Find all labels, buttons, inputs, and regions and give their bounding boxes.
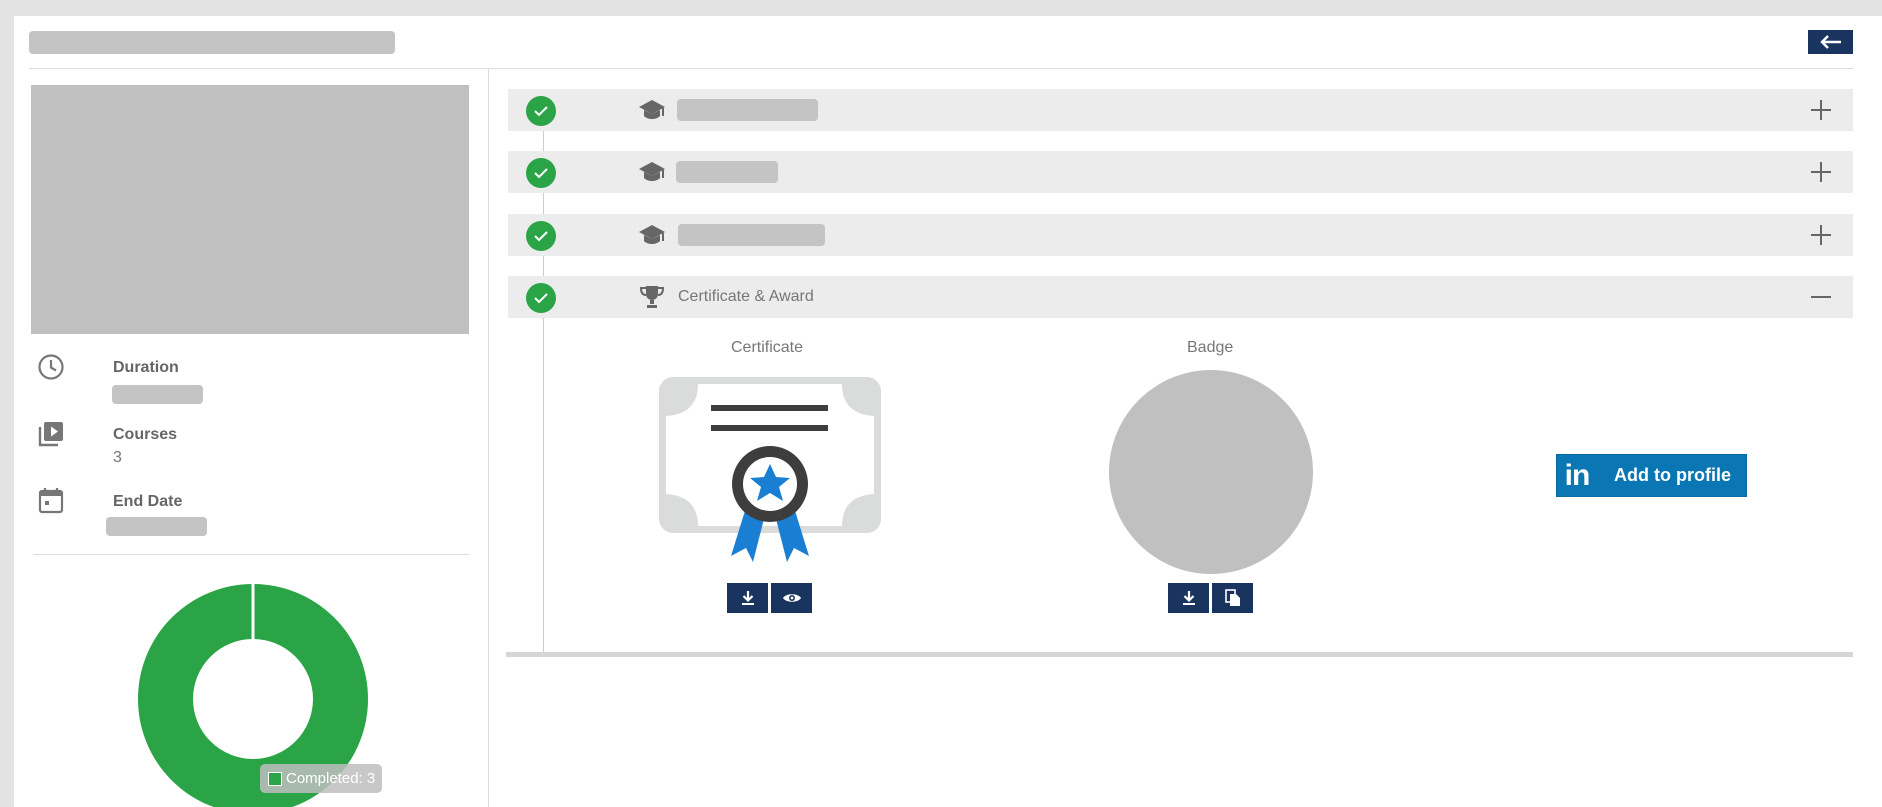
- page-title-placeholder: [29, 31, 395, 54]
- linkedin-button-label: Add to profile: [1614, 465, 1731, 485]
- completed-check-icon: [526, 283, 556, 313]
- plus-icon[interactable]: [1808, 222, 1834, 248]
- back-button[interactable]: [1808, 30, 1853, 54]
- completed-check-icon: [526, 96, 556, 126]
- courses-value: 3: [113, 449, 122, 466]
- header-divider: [29, 68, 1853, 69]
- timeline-bottom-rule: [506, 652, 1853, 657]
- trophy-icon: [639, 286, 665, 308]
- video-library-icon: [38, 422, 63, 447]
- view-certificate-button[interactable]: [771, 583, 812, 613]
- copy-icon: [1224, 589, 1240, 606]
- end-date-label: End Date: [113, 493, 183, 510]
- timeline-item-3[interactable]: [508, 214, 1853, 256]
- duration-label: Duration: [113, 359, 179, 376]
- download-icon: [1182, 591, 1195, 605]
- timeline-item-2[interactable]: [508, 151, 1853, 193]
- calendar-icon: [38, 488, 64, 514]
- minus-icon[interactable]: [1808, 284, 1834, 310]
- badge-heading: Badge: [1187, 339, 1234, 356]
- graduation-cap-icon: [639, 225, 665, 244]
- certificate-icon: [659, 377, 881, 562]
- certificate-heading: Certificate: [731, 339, 804, 356]
- copy-badge-button[interactable]: [1212, 583, 1253, 613]
- timeline-item-1[interactable]: [508, 89, 1853, 131]
- download-badge-button[interactable]: [1168, 583, 1209, 613]
- donut-slice-completed: [138, 584, 368, 807]
- timeline-item-certificate-award[interactable]: Certificate & Award: [508, 276, 1853, 318]
- tooltip-text: Completed: 3: [286, 770, 376, 787]
- sidebar-divider: [33, 554, 469, 555]
- linkedin-icon: in: [1564, 458, 1591, 492]
- tooltip-swatch: [268, 771, 282, 786]
- completed-check-icon: [526, 221, 556, 251]
- end-date-value-placeholder: [106, 517, 207, 536]
- badge-image-placeholder: [1109, 370, 1313, 574]
- graduation-cap-icon: [639, 100, 665, 119]
- courses-label: Courses: [113, 426, 178, 443]
- column-divider: [488, 69, 489, 807]
- item-title-placeholder: [676, 161, 778, 183]
- certificate-award-label: Certificate & Award: [678, 288, 814, 305]
- arrow-left-icon: [1819, 35, 1841, 49]
- program-image-placeholder: [31, 85, 469, 334]
- linkedin-add-to-profile-button[interactable]: in Add to profile: [1556, 454, 1747, 497]
- clock-icon: [38, 354, 64, 380]
- graduation-cap-icon: [639, 162, 665, 181]
- item-title-placeholder: [678, 224, 825, 246]
- item-title-placeholder: [677, 99, 818, 121]
- eye-icon: [782, 594, 801, 602]
- plus-icon[interactable]: [1808, 97, 1834, 123]
- completed-check-icon: [526, 158, 556, 188]
- plus-icon[interactable]: [1808, 159, 1834, 185]
- duration-value-placeholder: [112, 385, 203, 404]
- chart-tooltip: Completed: 3: [260, 764, 382, 793]
- download-certificate-button[interactable]: [727, 583, 768, 613]
- download-icon: [741, 591, 754, 605]
